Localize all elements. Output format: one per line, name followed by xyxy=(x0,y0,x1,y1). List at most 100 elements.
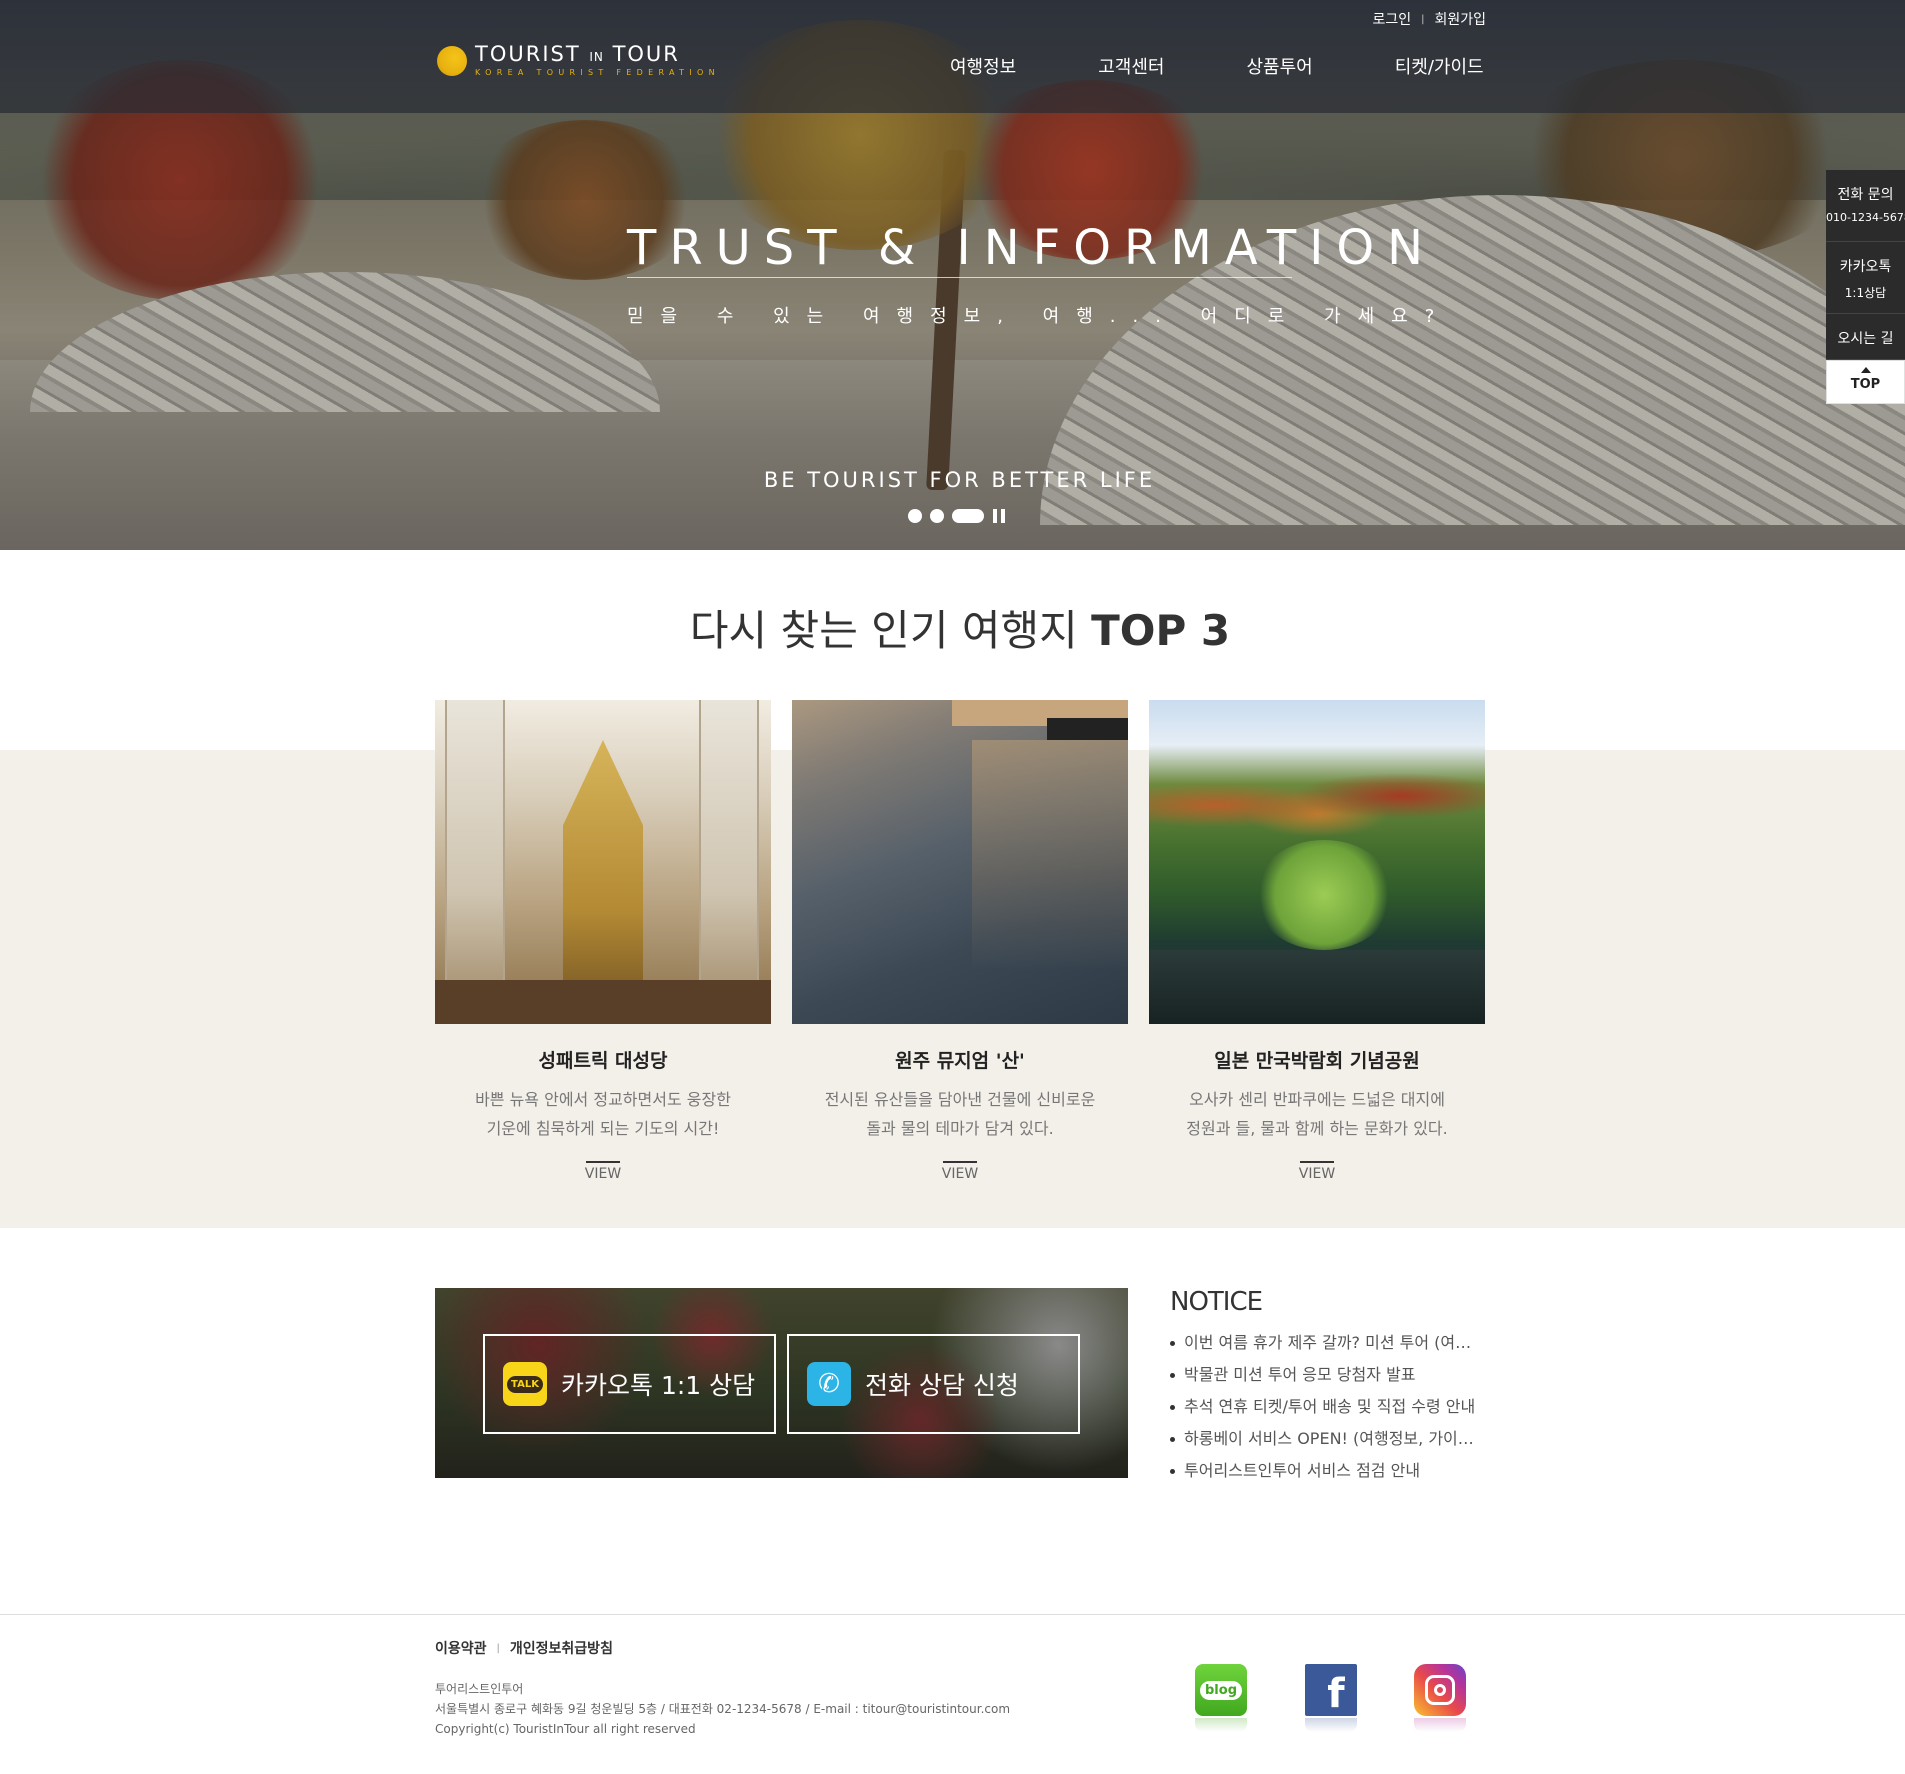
quick-menu: 전화 문의 010-1234-5678 카카오톡 1:1상담 오시는 길 TOP xyxy=(1826,170,1905,404)
signup-link[interactable]: 회원가입 xyxy=(1434,9,1486,29)
quick-kakao-label: 카카오톡 xyxy=(1839,259,1892,275)
slide-dot-3-active[interactable] xyxy=(952,509,984,523)
footer-links: 이용약관 | 개인정보취급방침 xyxy=(435,1638,613,1658)
quick-phone-number: 010-1234-5678 xyxy=(1826,211,1905,224)
quick-phone-label: 전화 문의 xyxy=(1837,187,1894,203)
hero-subtitle: 믿을 수 있는 여행정보, 여행... 어디로 가세요? xyxy=(627,306,1452,327)
kakao-icon-text: TALK xyxy=(507,1375,543,1393)
slider-pagination xyxy=(908,509,1006,523)
destination-card[interactable]: 성패트릭 대성당 바쁜 뉴욕 안에서 정교하면서도 웅장한 기운에 침묵하게 되… xyxy=(435,700,771,1182)
notice-item[interactable]: 추석 연휴 티켓/투어 배송 및 직접 수령 안내 xyxy=(1170,1391,1480,1423)
icon-reflection xyxy=(1195,1718,1247,1732)
hero-stone-dome xyxy=(30,272,660,412)
photo-detail xyxy=(1149,950,1485,1024)
facebook-icon[interactable]: f xyxy=(1305,1664,1357,1717)
top-label: TOP xyxy=(1850,377,1881,392)
desc-line: 바쁜 뉴욕 안에서 정교하면서도 웅장한 xyxy=(475,1090,731,1109)
photo-detail xyxy=(435,980,771,1024)
facebook-icon-text: f xyxy=(1327,1671,1345,1717)
icon-reflection xyxy=(1414,1718,1466,1732)
kakao-consult-label: 카카오톡 1:1 상담 xyxy=(561,1371,756,1400)
destination-desc: 오사카 센리 반파쿠에는 드넓은 대지에 정원과 들, 물과 함께 하는 문화가… xyxy=(1149,1085,1485,1143)
destination-card[interactable]: 일본 만국박람회 기념공원 오사카 센리 반파쿠에는 드넓은 대지에 정원과 들… xyxy=(1149,700,1485,1182)
site-header: TOURIST IN TOUR KOREA TOURIST FEDERATION… xyxy=(0,0,1905,113)
footer-company-info: 투어리스트인투어 서울특별시 종로구 혜화동 9길 청운빌딩 5층 / 대표전화… xyxy=(435,1679,1010,1739)
blog-icon[interactable]: blog xyxy=(1195,1664,1247,1716)
notice-title[interactable]: NOTICE xyxy=(1170,1287,1480,1317)
login-link[interactable]: 로그인 xyxy=(1372,9,1411,29)
view-divider xyxy=(1300,1161,1334,1163)
destination-name[interactable]: 원주 뮤지엄 '산' xyxy=(792,1046,1128,1073)
destination-card[interactable]: 원주 뮤지엄 '산' 전시된 유산들을 담아낸 건물에 신비로운 돌과 물의 테… xyxy=(792,700,1128,1182)
scroll-top-button[interactable]: TOP xyxy=(1826,360,1905,404)
photo-detail xyxy=(445,700,505,1024)
notice-item[interactable]: 박물관 미션 투어 응모 당첨자 발표 xyxy=(1170,1359,1480,1391)
nav-product-tour[interactable]: 상품투어 xyxy=(1247,53,1313,79)
phone-icon: ✆ xyxy=(807,1362,851,1406)
hero-divider xyxy=(627,277,1292,278)
logo-mark-icon xyxy=(437,46,467,76)
desc-line: 오사카 센리 반파쿠에는 드넓은 대지에 xyxy=(1189,1090,1445,1109)
nav-customer-center[interactable]: 고객센터 xyxy=(1098,53,1164,79)
top3-title-bold: TOP 3 xyxy=(1091,606,1231,655)
view-link[interactable]: VIEW xyxy=(1149,1166,1485,1182)
copyright: Copyright(c) TouristInTour all right res… xyxy=(435,1722,696,1736)
hero-tagline: BE TOURIST FOR BETTER LIFE xyxy=(763,468,1156,492)
destination-name[interactable]: 성패트릭 대성당 xyxy=(435,1046,771,1073)
consultation-banner: TALK 카카오톡 1:1 상담 ✆ 전화 상담 신청 xyxy=(435,1288,1128,1478)
destination-photo[interactable] xyxy=(435,700,771,1024)
notice-item[interactable]: 하롱베이 서비스 OPEN! (여행정보, 가이드... xyxy=(1170,1423,1480,1455)
arrow-up-icon xyxy=(1860,367,1871,373)
quick-kakao-consult[interactable]: 카카오톡 1:1상담 xyxy=(1826,242,1905,314)
terms-link[interactable]: 이용약관 xyxy=(435,1638,487,1658)
blog-icon-text: blog xyxy=(1200,1680,1242,1700)
view-link[interactable]: VIEW xyxy=(435,1166,771,1182)
quick-phone-inquiry[interactable]: 전화 문의 010-1234-5678 xyxy=(1826,170,1905,242)
notice-item[interactable]: 이번 여름 휴가 제주 갈까? 미션 투어 (여행... xyxy=(1170,1327,1480,1359)
kakao-consult-button[interactable]: TALK 카카오톡 1:1 상담 xyxy=(483,1334,776,1434)
nav-ticket-guide[interactable]: 티켓/가이드 xyxy=(1395,53,1484,79)
logo-word-tour: TOUR xyxy=(612,42,680,66)
quick-directions[interactable]: 오시는 길 xyxy=(1826,314,1905,360)
hero-title: TRUST & INFORMATION xyxy=(627,220,1437,276)
slide-dot-2[interactable] xyxy=(930,509,944,523)
privacy-link[interactable]: 개인정보취급방침 xyxy=(510,1638,613,1658)
notice-item[interactable]: 투어리스트인투어 서비스 점검 안내 xyxy=(1170,1455,1480,1487)
notice-section: NOTICE 이번 여름 휴가 제주 갈까? 미션 투어 (여행... 박물관 … xyxy=(1170,1287,1480,1487)
footer-link-separator: | xyxy=(496,1642,500,1654)
phone-consult-label: 전화 상담 신청 xyxy=(865,1371,1019,1400)
destination-desc: 바쁜 뉴욕 안에서 정교하면서도 웅장한 기운에 침묵하게 되는 기도의 시간! xyxy=(435,1085,771,1143)
site-logo[interactable]: TOURIST IN TOUR KOREA TOURIST FEDERATION xyxy=(437,42,715,82)
notice-list: 이번 여름 휴가 제주 갈까? 미션 투어 (여행... 박물관 미션 투어 응… xyxy=(1170,1327,1480,1487)
kakao-talk-icon: TALK xyxy=(503,1362,547,1406)
logo-subtitle: KOREA TOURIST FEDERATION xyxy=(475,68,720,77)
photo-detail xyxy=(1254,840,1394,950)
photo-detail xyxy=(1047,718,1128,740)
destination-desc: 전시된 유산들을 담아낸 건물에 신비로운 돌과 물의 테마가 담겨 있다. xyxy=(792,1085,1128,1143)
phone-consult-button[interactable]: ✆ 전화 상담 신청 xyxy=(787,1334,1080,1434)
photo-detail xyxy=(972,740,1128,970)
view-link[interactable]: VIEW xyxy=(792,1166,1128,1182)
instagram-icon[interactable] xyxy=(1414,1664,1466,1716)
slide-dot-1[interactable] xyxy=(908,509,922,523)
utility-links: 로그인 | 회원가입 xyxy=(1372,9,1486,29)
destination-photo[interactable] xyxy=(792,700,1128,1024)
logo-word-in: IN xyxy=(589,50,604,64)
main-nav: 여행정보 고객센터 상품투어 티켓/가이드 xyxy=(950,53,1484,79)
nav-travel-info[interactable]: 여행정보 xyxy=(950,53,1016,79)
view-divider xyxy=(586,1161,620,1163)
desc-line: 전시된 유산들을 담아낸 건물에 신비로운 xyxy=(824,1090,1096,1109)
photo-detail xyxy=(1149,760,1485,850)
destination-photo[interactable] xyxy=(1149,700,1485,1024)
instagram-glyph xyxy=(1425,1675,1455,1705)
desc-line: 기운에 침묵하게 되는 기도의 시간! xyxy=(486,1119,720,1138)
destination-name[interactable]: 일본 만국박람회 기념공원 xyxy=(1149,1046,1485,1073)
logo-title: TOURIST IN TOUR xyxy=(475,42,680,66)
photo-detail xyxy=(699,700,759,1024)
view-divider xyxy=(943,1161,977,1163)
icon-reflection xyxy=(1305,1718,1357,1732)
quick-kakao-sub: 1:1상담 xyxy=(1844,286,1887,300)
logo-word-tourist: TOURIST xyxy=(475,42,581,66)
pause-icon[interactable] xyxy=(992,509,1006,523)
company-address: 서울특별시 종로구 혜화동 9길 청운빌딩 5층 / 대표전화 02-1234-… xyxy=(435,1702,1011,1716)
